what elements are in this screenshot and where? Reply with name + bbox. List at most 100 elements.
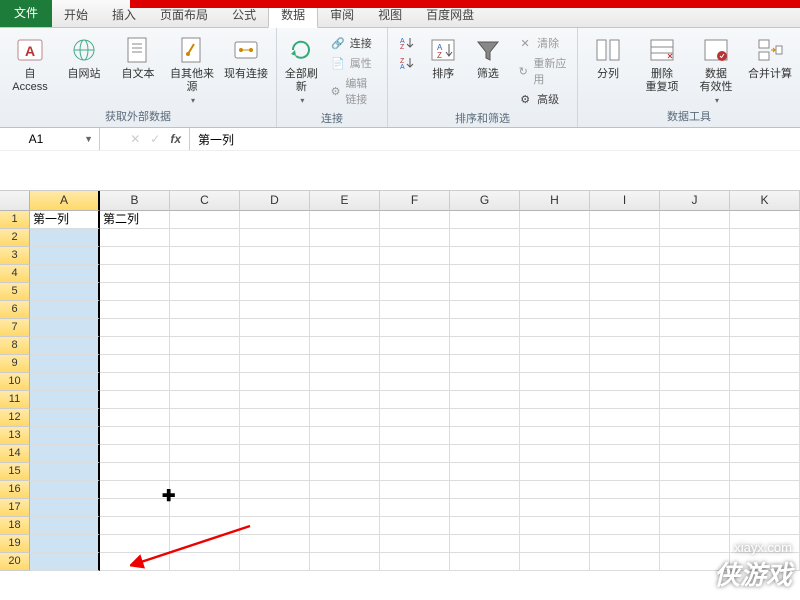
cell[interactable] [590, 391, 660, 409]
cell[interactable] [660, 229, 730, 247]
row-header[interactable]: 19 [0, 535, 30, 553]
cell[interactable] [30, 499, 100, 517]
row-header[interactable]: 4 [0, 265, 30, 283]
cell[interactable] [380, 247, 450, 265]
cell[interactable] [310, 517, 380, 535]
cell[interactable] [520, 553, 590, 571]
cell[interactable] [170, 445, 240, 463]
cell[interactable] [450, 535, 520, 553]
cell[interactable] [240, 391, 310, 409]
cell[interactable] [660, 319, 730, 337]
cell[interactable] [170, 319, 240, 337]
cell[interactable] [30, 265, 100, 283]
cell[interactable] [730, 247, 800, 265]
cell[interactable] [240, 319, 310, 337]
cell[interactable] [170, 211, 240, 229]
cell[interactable] [100, 427, 170, 445]
confirm-icon[interactable]: ✓ [150, 132, 160, 146]
cell[interactable] [100, 445, 170, 463]
row-header[interactable]: 9 [0, 355, 30, 373]
sort-desc-button[interactable]: ZA [394, 54, 418, 72]
cell[interactable] [660, 211, 730, 229]
cell[interactable] [450, 265, 520, 283]
cell[interactable] [520, 373, 590, 391]
cell[interactable] [450, 355, 520, 373]
cell[interactable] [240, 517, 310, 535]
cell[interactable] [520, 247, 590, 265]
cell[interactable] [730, 481, 800, 499]
cell[interactable] [240, 211, 310, 229]
cell[interactable] [520, 481, 590, 499]
cell[interactable] [30, 283, 100, 301]
cell[interactable] [310, 283, 380, 301]
cell[interactable] [100, 517, 170, 535]
cell[interactable] [170, 481, 240, 499]
cell[interactable] [590, 427, 660, 445]
cell[interactable] [450, 337, 520, 355]
cell[interactable] [170, 265, 240, 283]
cell[interactable] [240, 481, 310, 499]
column-header[interactable]: H [520, 191, 590, 211]
cell[interactable] [450, 481, 520, 499]
cell[interactable] [520, 355, 590, 373]
cell[interactable] [240, 409, 310, 427]
cell[interactable] [730, 211, 800, 229]
cell[interactable] [310, 373, 380, 391]
cell[interactable] [170, 373, 240, 391]
cell[interactable] [450, 427, 520, 445]
cell[interactable] [590, 553, 660, 571]
cell[interactable] [240, 337, 310, 355]
cell[interactable] [730, 409, 800, 427]
cell[interactable] [100, 499, 170, 517]
from-text-button[interactable]: 自文本 [114, 30, 162, 81]
row-header[interactable]: 14 [0, 445, 30, 463]
consolidate-button[interactable]: 合并计算 [746, 30, 794, 81]
existing-conn-button[interactable]: 现有连接 [222, 30, 270, 81]
properties-button[interactable]: 📄属性 [326, 54, 381, 72]
cell[interactable] [100, 553, 170, 571]
cell[interactable] [660, 265, 730, 283]
cell[interactable] [450, 499, 520, 517]
cell[interactable] [380, 517, 450, 535]
column-header[interactable]: J [660, 191, 730, 211]
cell[interactable] [310, 337, 380, 355]
cell[interactable] [730, 373, 800, 391]
name-box-input[interactable] [6, 132, 66, 146]
cell[interactable] [170, 409, 240, 427]
cell[interactable] [240, 247, 310, 265]
row-header[interactable]: 12 [0, 409, 30, 427]
cell[interactable] [30, 391, 100, 409]
reapply-button[interactable]: ↻重新应用 [513, 54, 571, 88]
cell[interactable] [590, 517, 660, 535]
column-header[interactable]: K [730, 191, 800, 211]
cell[interactable] [100, 463, 170, 481]
row-header[interactable]: 11 [0, 391, 30, 409]
cell[interactable] [100, 373, 170, 391]
cell[interactable] [520, 463, 590, 481]
cell[interactable] [730, 319, 800, 337]
cell[interactable] [310, 409, 380, 427]
row-header[interactable]: 20 [0, 553, 30, 571]
cell[interactable] [240, 373, 310, 391]
cell[interactable] [520, 319, 590, 337]
cell[interactable] [310, 247, 380, 265]
cell[interactable] [730, 463, 800, 481]
column-header[interactable]: A [30, 191, 100, 211]
cell[interactable] [520, 517, 590, 535]
cell[interactable] [240, 427, 310, 445]
cell[interactable] [240, 265, 310, 283]
cell[interactable] [660, 247, 730, 265]
row-header[interactable]: 10 [0, 373, 30, 391]
cell[interactable] [170, 463, 240, 481]
row-header[interactable]: 2 [0, 229, 30, 247]
cell[interactable] [660, 301, 730, 319]
cell[interactable] [100, 319, 170, 337]
row-header[interactable]: 16 [0, 481, 30, 499]
cell[interactable] [380, 553, 450, 571]
cell[interactable]: 第二列 [100, 211, 170, 229]
cell[interactable] [310, 445, 380, 463]
cell[interactable] [590, 319, 660, 337]
cell[interactable] [240, 355, 310, 373]
connections-button[interactable]: 🔗连接 [326, 34, 381, 52]
cell[interactable] [100, 409, 170, 427]
